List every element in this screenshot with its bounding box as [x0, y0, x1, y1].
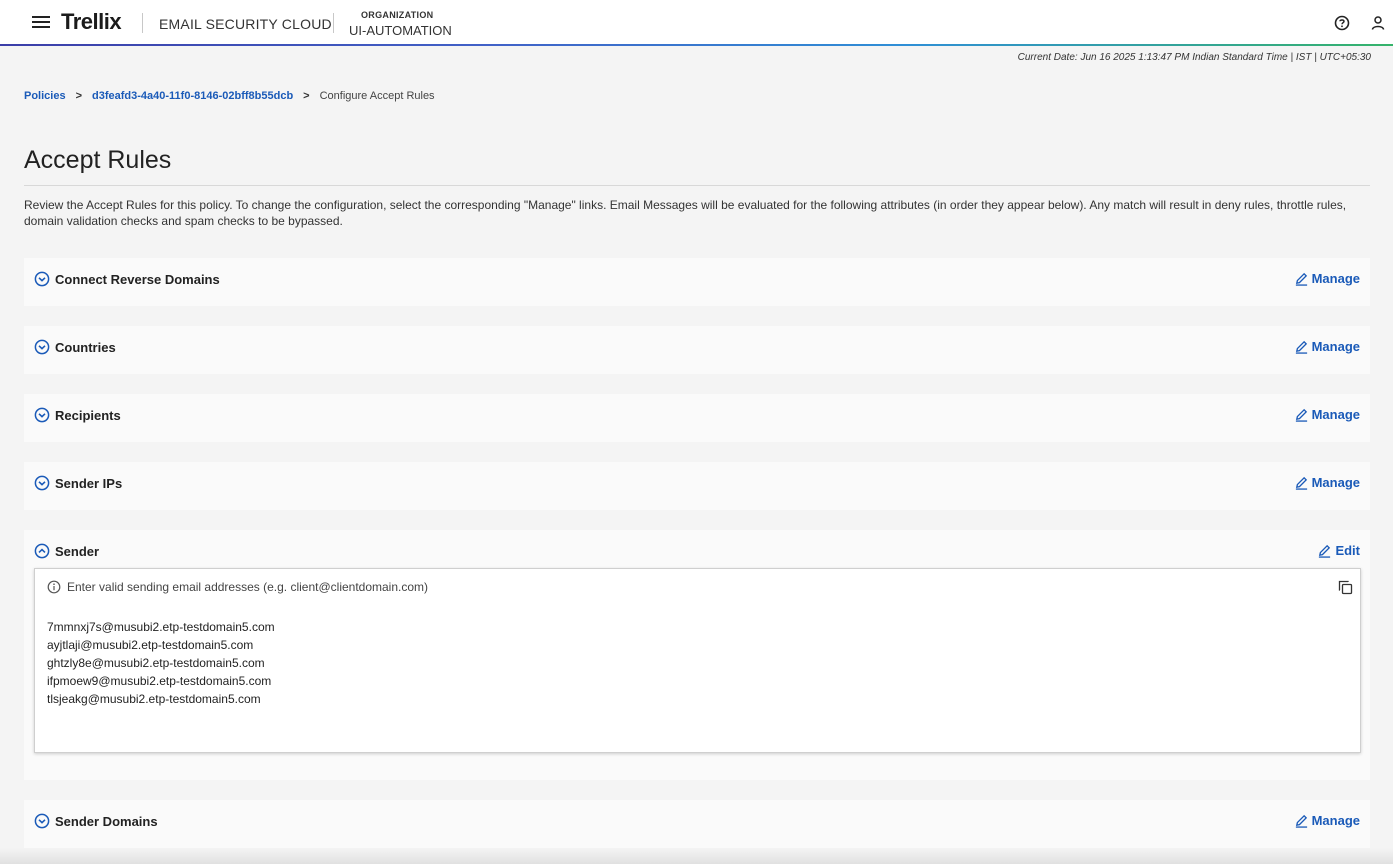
manage-label: Manage: [1311, 407, 1360, 422]
section-header: Sender IPs Manage: [24, 462, 1370, 510]
header-accent-line: [0, 44, 1393, 46]
sender-email-item: ifpmoew9@musubi2.etp-testdomain5.com: [47, 674, 272, 688]
breadcrumb-policy-id[interactable]: d3feafd3-4a40-11f0-8146-02bff8b55dcb: [92, 90, 293, 102]
manage-button[interactable]: Manage: [1294, 339, 1360, 354]
help-icon[interactable]: [1333, 14, 1351, 32]
chevron-down-icon[interactable]: [34, 339, 50, 355]
sender-email-item: tlsjeakg@musubi2.etp-testdomain5.com: [47, 692, 261, 706]
breadcrumb-separator: >: [303, 90, 310, 102]
organization-label: ORGANIZATION: [361, 10, 434, 20]
product-name: EMAIL SECURITY CLOUD: [159, 16, 332, 32]
section-title: Sender IPs: [55, 476, 123, 491]
sender-email-list: 7mmnxj7s@musubi2.etp-testdomain5.com ayj…: [47, 618, 275, 708]
top-header: Trellix EMAIL SECURITY CLOUD ORGANIZATIO…: [0, 0, 1393, 46]
section-title: Connect Reverse Domains: [55, 272, 220, 287]
section-recipients: Recipients Manage: [24, 394, 1370, 442]
section-connect-reverse-domains: Connect Reverse Domains Manage: [24, 258, 1370, 306]
header-divider: [142, 13, 143, 33]
section-sender-ips: Sender IPs Manage: [24, 462, 1370, 510]
manage-label: Manage: [1311, 813, 1360, 828]
breadcrumb-current: Configure Accept Rules: [319, 90, 435, 102]
sender-email-item: 7mmnxj7s@musubi2.etp-testdomain5.com: [47, 620, 275, 634]
trellix-logo[interactable]: Trellix: [61, 9, 122, 35]
chevron-up-icon[interactable]: [34, 543, 50, 559]
sender-email-panel: Enter valid sending email addresses (e.g…: [34, 568, 1361, 753]
manage-button[interactable]: Manage: [1294, 813, 1360, 828]
section-header: Recipients Manage: [24, 394, 1370, 442]
sender-info-text: Enter valid sending email addresses (e.g…: [67, 580, 429, 594]
edit-button[interactable]: Edit: [1317, 543, 1360, 558]
breadcrumb: Policies > d3feafd3-4a40-11f0-8146-02bff…: [24, 90, 435, 102]
section-header: Sender Domains Manage: [24, 800, 1370, 848]
current-date: Current Date: Jun 16 2025 1:13:47 PM Ind…: [1017, 52, 1371, 63]
page-description: Review the Accept Rules for this policy.…: [24, 198, 1347, 228]
section-title: Recipients: [55, 408, 121, 423]
sender-info-row: Enter valid sending email addresses (e.g…: [47, 580, 428, 594]
breadcrumb-policies[interactable]: Policies: [24, 90, 66, 102]
chevron-down-icon[interactable]: [34, 813, 50, 829]
section-title: Countries: [55, 340, 116, 355]
manage-label: Manage: [1311, 475, 1360, 490]
chevron-down-icon[interactable]: [34, 407, 50, 423]
menu-icon[interactable]: [30, 13, 52, 33]
manage-label: Manage: [1311, 271, 1360, 286]
section-title: Sender: [55, 544, 100, 559]
section-countries: Countries Manage: [24, 326, 1370, 374]
user-icon[interactable]: [1369, 14, 1387, 32]
manage-button[interactable]: Manage: [1294, 475, 1360, 490]
pencil-icon: [1295, 272, 1307, 286]
organization-value[interactable]: UI-AUTOMATION: [349, 23, 452, 38]
pencil-icon: [1295, 408, 1307, 422]
page-title: Accept Rules: [24, 146, 172, 174]
section-sender-domains: Sender Domains Manage: [24, 800, 1370, 848]
breadcrumb-separator: >: [75, 90, 83, 102]
bottom-fade: [0, 848, 1393, 864]
manage-button[interactable]: Manage: [1294, 271, 1360, 286]
section-header: Countries Manage: [24, 326, 1370, 374]
section-title: Sender Domains: [55, 814, 158, 829]
manage-button[interactable]: Manage: [1294, 407, 1360, 422]
header-divider: [333, 13, 334, 33]
pencil-icon: [1319, 544, 1331, 558]
section-sender: Sender Edit Enter valid sending email ad…: [24, 530, 1370, 780]
section-header: Connect Reverse Domains Manage: [24, 258, 1370, 306]
manage-label: Manage: [1311, 339, 1360, 354]
info-icon: [47, 580, 61, 594]
chevron-down-icon[interactable]: [34, 475, 50, 491]
pencil-icon: [1295, 814, 1307, 828]
sender-email-item: ayjtlaji@musubi2.etp-testdomain5.com: [47, 638, 254, 652]
chevron-down-icon[interactable]: [34, 271, 50, 287]
pencil-icon: [1295, 476, 1307, 490]
copy-icon[interactable]: [1337, 579, 1354, 596]
pencil-icon: [1295, 340, 1307, 354]
title-divider: [24, 185, 1370, 186]
sender-email-item: ghtzly8e@musubi2.etp-testdomain5.com: [47, 656, 265, 670]
edit-label: Edit: [1335, 543, 1360, 558]
